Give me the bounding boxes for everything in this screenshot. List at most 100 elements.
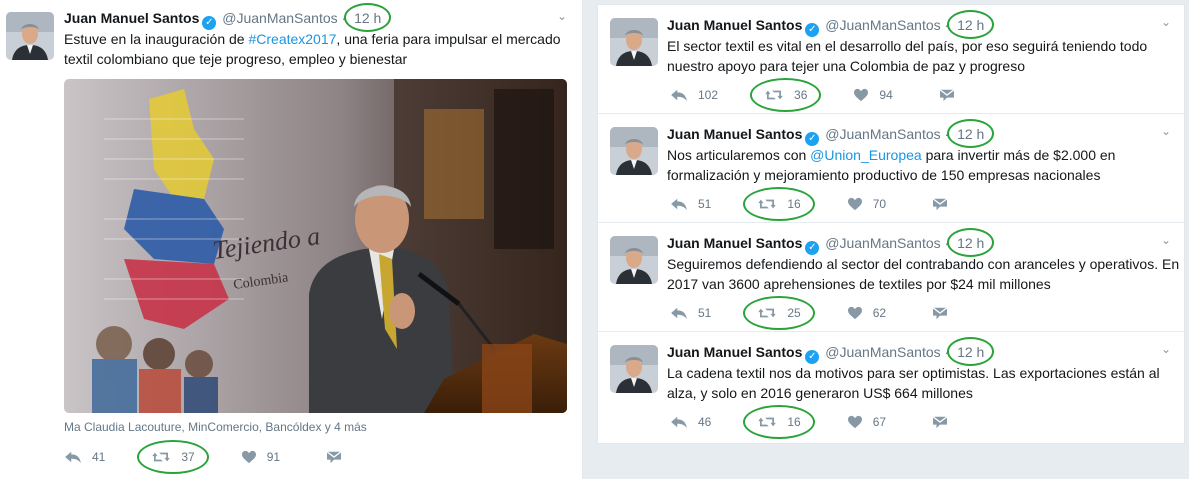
- author-handle[interactable]: @JuanManSantos: [222, 10, 337, 26]
- avatar[interactable]: [6, 12, 54, 60]
- tweet-card[interactable]: Juan Manuel Santos ✓ @JuanManSantos · 12 …: [598, 223, 1184, 332]
- chevron-down-icon[interactable]: ⌄: [1161, 233, 1171, 247]
- retweet-count: 25: [787, 306, 801, 320]
- retweet-icon: [757, 197, 777, 211]
- retweet-icon: [764, 88, 784, 102]
- like-button[interactable]: 62: [847, 306, 886, 320]
- chevron-down-icon[interactable]: ⌄: [1161, 124, 1171, 138]
- reply-button[interactable]: 102: [670, 88, 718, 102]
- retweet-button[interactable]: 37: [137, 440, 210, 474]
- message-icon: [932, 415, 948, 429]
- avatar[interactable]: [610, 236, 658, 284]
- photo-tags[interactable]: Ma Claudia Lacouture, MinComercio, Bancó…: [64, 420, 367, 434]
- message-button[interactable]: [932, 197, 958, 211]
- tweet-text: Nos articularemos con @Union_Europea par…: [667, 145, 1177, 185]
- like-icon: [847, 306, 863, 320]
- reply-button[interactable]: 51: [670, 197, 711, 211]
- tweet-actions: 46 16 67: [670, 405, 1004, 439]
- verified-badge-icon: ✓: [202, 16, 217, 30]
- avatar[interactable]: [610, 127, 658, 175]
- reply-icon: [64, 450, 82, 464]
- chevron-down-icon[interactable]: ⌄: [1161, 342, 1171, 356]
- retweet-button[interactable]: 16: [743, 405, 816, 439]
- reply-button[interactable]: 51: [670, 306, 711, 320]
- author-handle[interactable]: @JuanManSantos: [825, 126, 940, 142]
- verified-badge-icon: ✓: [805, 23, 820, 37]
- chevron-down-icon[interactable]: ⌄: [557, 9, 567, 23]
- reply-button[interactable]: 41: [64, 450, 105, 464]
- tweet-card[interactable]: Juan Manuel Santos ✓ @JuanManSantos · 12 …: [598, 332, 1184, 441]
- retweet-button[interactable]: 36: [749, 78, 822, 112]
- tweet-timestamp[interactable]: 12 h: [947, 10, 995, 39]
- message-icon: [939, 88, 955, 102]
- retweet-icon: [151, 450, 171, 464]
- avatar[interactable]: [610, 18, 658, 66]
- retweet-count: 36: [794, 88, 808, 102]
- hashtag-link[interactable]: #Createx2017: [248, 31, 336, 47]
- tweet-card[interactable]: Juan Manuel Santos ✓ @JuanManSantos · 12 …: [598, 5, 1184, 114]
- like-count: 70: [872, 197, 887, 211]
- verified-badge-icon: ✓: [805, 132, 820, 146]
- tweet-text: La cadena textil nos da motivos para ser…: [667, 365, 1160, 401]
- like-button[interactable]: 67: [847, 415, 886, 429]
- tweet-header: Juan Manuel Santos ✓ @JuanManSantos · 12 …: [667, 10, 995, 39]
- tweet-actions: 41 37 91: [64, 440, 398, 474]
- tweet-header: Juan Manuel Santos ✓ @JuanManSantos · 12 …: [667, 228, 995, 257]
- retweet-button[interactable]: 16: [743, 187, 816, 221]
- message-button[interactable]: [939, 88, 965, 102]
- reply-button[interactable]: 46: [670, 415, 711, 429]
- avatar[interactable]: [610, 345, 658, 393]
- like-icon: [847, 197, 863, 211]
- author-handle[interactable]: @JuanManSantos: [825, 17, 940, 33]
- like-count: 67: [872, 415, 887, 429]
- tweet-header: Juan Manuel Santos ✓ @JuanManSantos · 12 …: [64, 3, 392, 32]
- tweet-card[interactable]: Juan Manuel Santos ✓ @JuanManSantos · 12 …: [598, 114, 1184, 223]
- author-name[interactable]: Juan Manuel Santos: [667, 235, 802, 251]
- retweet-count: 16: [787, 197, 801, 211]
- message-button[interactable]: [326, 450, 352, 464]
- message-button[interactable]: [932, 415, 958, 429]
- reply-icon: [670, 415, 688, 429]
- reply-count: 51: [698, 197, 712, 211]
- like-button[interactable]: 91: [241, 450, 280, 464]
- tweet-text: El sector textil es vital en el desarrol…: [667, 38, 1148, 74]
- reply-icon: [670, 88, 688, 102]
- tweet-text: Seguiremos defendiendo al sector del con…: [667, 256, 1180, 292]
- tweet-header: Juan Manuel Santos ✓ @JuanManSantos · 12 …: [667, 119, 995, 148]
- like-count: 91: [266, 450, 281, 464]
- retweet-count: 37: [181, 450, 195, 464]
- author-handle[interactable]: @JuanManSantos: [825, 235, 940, 251]
- retweet-button[interactable]: 25: [743, 296, 816, 330]
- retweet-icon: [757, 415, 777, 429]
- author-name[interactable]: Juan Manuel Santos: [667, 344, 802, 360]
- tweet-photo[interactable]: Tejiendo a Colombia: [64, 79, 567, 413]
- reply-count: 102: [698, 88, 719, 102]
- tweet-timestamp[interactable]: 12 h: [947, 119, 995, 148]
- verified-badge-icon: ✓: [805, 241, 820, 255]
- tweet-timestamp[interactable]: 12 h: [947, 337, 995, 366]
- author-name[interactable]: Juan Manuel Santos: [667, 17, 802, 33]
- tweet-actions: 102 36 94: [670, 78, 1011, 112]
- author-handle[interactable]: @JuanManSantos: [825, 344, 940, 360]
- tweet-timestamp[interactable]: 12 h: [947, 228, 995, 257]
- chevron-down-icon[interactable]: ⌄: [1161, 15, 1171, 29]
- mention-link[interactable]: @Union_Europea: [810, 147, 922, 163]
- tweet-card-left[interactable]: Juan Manuel Santos ✓ @JuanManSantos · 12 …: [0, 0, 583, 479]
- message-button[interactable]: [932, 306, 958, 320]
- tweet-header: Juan Manuel Santos ✓ @JuanManSantos · 12 …: [667, 337, 995, 366]
- tweet-timestamp[interactable]: 12 h: [344, 3, 392, 32]
- verified-badge-icon: ✓: [805, 350, 820, 364]
- like-button[interactable]: 94: [853, 88, 893, 102]
- message-icon: [932, 306, 948, 320]
- like-icon: [847, 415, 863, 429]
- tweet-list-right: Juan Manuel Santos ✓ @JuanManSantos · 12 …: [597, 4, 1185, 444]
- like-icon: [853, 88, 869, 102]
- author-name[interactable]: Juan Manuel Santos: [64, 10, 199, 26]
- like-button[interactable]: 70: [847, 197, 886, 211]
- reply-count: 46: [698, 415, 712, 429]
- tweet-text-part: Estuve en la inauguración de: [64, 31, 249, 47]
- tweet-actions: 51 16 70: [670, 187, 1004, 221]
- reply-count: 41: [92, 450, 106, 464]
- reply-icon: [670, 197, 688, 211]
- author-name[interactable]: Juan Manuel Santos: [667, 126, 802, 142]
